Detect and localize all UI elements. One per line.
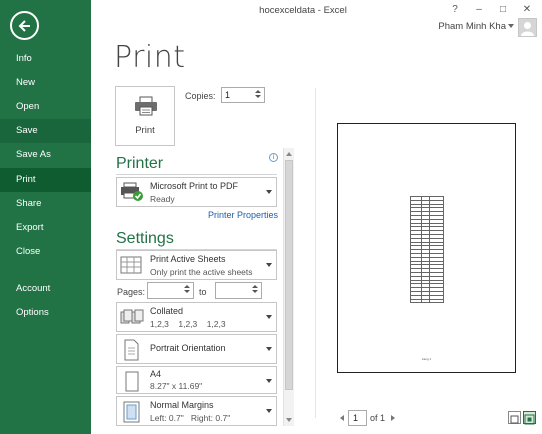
decrement-icon[interactable] — [255, 95, 261, 98]
print-preview-page: trang 1 — [337, 123, 516, 373]
zoom-page-icon — [524, 414, 535, 425]
collation-subtitle: 1,2,3 1,2,3 1,2,3 — [150, 319, 226, 329]
margins-toggle-icon — [510, 415, 519, 424]
margins-title: Normal Margins — [150, 400, 214, 410]
chevron-down-icon — [266, 409, 272, 413]
scroll-down-icon[interactable] — [286, 418, 292, 422]
zoom-to-page-button[interactable] — [523, 411, 536, 425]
user-name[interactable]: Pham Minh Kha — [438, 21, 506, 32]
next-page-icon[interactable] — [391, 415, 395, 421]
scroll-thumb[interactable] — [285, 160, 293, 390]
sheet-grid-icon — [120, 256, 142, 274]
paper-size-dropdown[interactable]: A4 8.27" x 11.69" — [116, 366, 277, 394]
back-arrow-icon — [18, 19, 30, 32]
chevron-down-icon — [266, 315, 272, 319]
print-button[interactable]: Print — [115, 86, 175, 146]
nav-options[interactable]: Options — [0, 301, 91, 325]
preview-table-row — [411, 299, 444, 304]
collation-dropdown[interactable]: Collated 1,2,3 1,2,3 1,2,3 — [116, 302, 277, 332]
nav-close[interactable]: Close — [0, 240, 91, 264]
margins-dropdown[interactable]: Normal Margins Left: 0.7" Right: 0.7" — [116, 396, 277, 426]
pages-to-stepper[interactable] — [215, 282, 262, 299]
current-page-input[interactable]: 1 — [348, 410, 367, 426]
chevron-down-icon — [266, 190, 272, 194]
printer-properties-link[interactable]: Printer Properties — [208, 210, 278, 220]
nav-account[interactable]: Account — [0, 277, 91, 301]
print-what-subtitle: Only print the active sheets — [150, 267, 253, 277]
divider — [116, 174, 277, 175]
margins-subtitle: Left: 0.7" Right: 0.7" — [150, 413, 231, 423]
settings-heading: Settings — [116, 230, 174, 247]
decrement-icon[interactable] — [252, 290, 258, 293]
back-button[interactable] — [10, 11, 39, 40]
nav-export[interactable]: Export — [0, 216, 91, 240]
to-label: to — [199, 287, 207, 297]
close-window-button[interactable]: ✕ — [518, 0, 536, 18]
person-icon — [521, 22, 534, 36]
decrement-icon[interactable] — [184, 290, 190, 293]
printer-ready-icon — [121, 182, 143, 201]
paper-size-icon — [125, 371, 139, 392]
nav-info[interactable]: Info — [0, 47, 91, 71]
increment-icon[interactable] — [252, 285, 258, 288]
pages-label: Pages: — [117, 287, 146, 297]
restore-button[interactable]: □ — [494, 0, 512, 18]
previous-page-icon[interactable] — [340, 415, 344, 421]
collation-title: Collated — [150, 306, 184, 316]
margins-icon — [123, 401, 140, 423]
orientation-title: Portrait Orientation — [150, 343, 226, 353]
print-what-title: Print Active Sheets — [150, 254, 226, 264]
nav-print[interactable]: Print — [0, 168, 91, 192]
help-button[interactable]: ? — [446, 0, 464, 18]
settings-scrollbar[interactable] — [283, 148, 294, 426]
page-count: of 1 — [370, 413, 386, 423]
collated-pages-icon — [120, 309, 144, 324]
print-what-dropdown[interactable]: Print Active Sheets Only print the activ… — [116, 250, 277, 280]
printer-status: Ready — [150, 194, 175, 204]
nav-new[interactable]: New — [0, 71, 91, 95]
copies-value: 1 — [225, 90, 231, 100]
orientation-dropdown[interactable]: Portrait Orientation — [116, 334, 277, 364]
chevron-down-icon — [266, 263, 272, 267]
backstage-nav: Info New Open Save Save As Print Share E… — [0, 0, 91, 434]
chevron-down-icon — [266, 347, 272, 351]
nav-open[interactable]: Open — [0, 95, 91, 119]
copies-label: Copies: — [185, 91, 216, 101]
printer-dropdown[interactable]: Microsoft Print to PDF Ready — [116, 177, 277, 207]
printer-icon — [135, 96, 157, 116]
increment-icon[interactable] — [184, 285, 190, 288]
divider — [315, 88, 316, 418]
pages-from-stepper[interactable] — [147, 282, 194, 299]
preview-table — [410, 196, 444, 304]
printer-name: Microsoft Print to PDF — [150, 181, 239, 191]
info-icon[interactable]: i — [269, 153, 278, 162]
user-menu-caret-icon[interactable] — [508, 24, 514, 28]
nav-save-as[interactable]: Save As — [0, 143, 91, 167]
paper-subtitle: 8.27" x 11.69" — [150, 381, 203, 391]
avatar[interactable] — [518, 18, 537, 37]
minimize-button[interactable]: – — [470, 0, 488, 18]
preview-page-footer: trang 1 — [421, 357, 432, 361]
print-button-label: Print — [135, 125, 155, 136]
printer-heading: Printer — [116, 155, 164, 172]
copies-stepper[interactable]: 1 — [221, 87, 265, 103]
page-title: Print — [114, 40, 186, 75]
chevron-down-icon — [266, 379, 272, 383]
scroll-up-icon[interactable] — [286, 152, 292, 156]
nav-share[interactable]: Share — [0, 192, 91, 216]
paper-title: A4 — [150, 369, 162, 379]
nav-save[interactable]: Save — [0, 119, 91, 143]
portrait-page-icon — [124, 339, 139, 361]
increment-icon[interactable] — [255, 90, 261, 93]
show-margins-button[interactable] — [508, 411, 521, 424]
